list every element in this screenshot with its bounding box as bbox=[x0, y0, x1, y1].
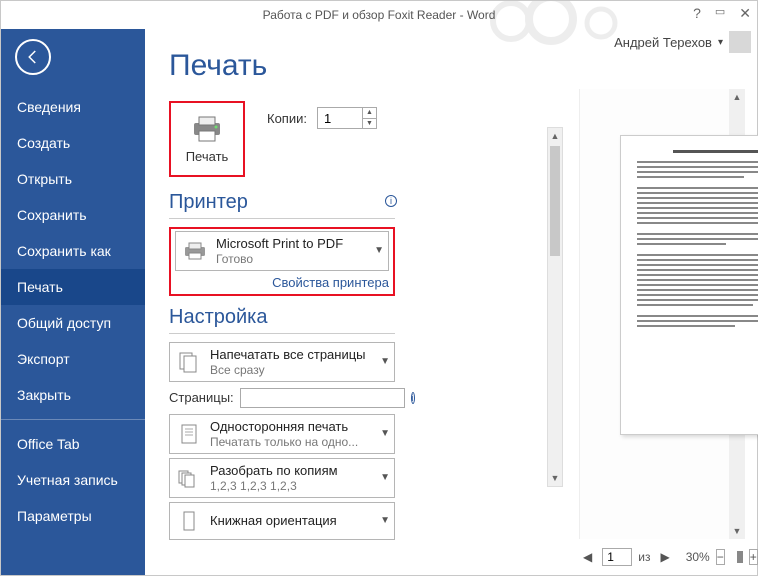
chevron-down-icon: ▼ bbox=[380, 515, 390, 526]
printer-properties-link[interactable]: Свойства принтера bbox=[175, 275, 389, 290]
printer-dropdown[interactable]: Microsoft Print to PDF Готово ▼ bbox=[175, 231, 389, 271]
page-title: Печать bbox=[169, 49, 757, 83]
zoom-value: 30% bbox=[686, 550, 710, 564]
info-icon[interactable]: i bbox=[411, 392, 415, 404]
print-button[interactable]: Печать bbox=[169, 101, 245, 177]
single-side-icon bbox=[176, 423, 202, 445]
printer-icon bbox=[190, 115, 224, 143]
printer-small-icon bbox=[182, 240, 208, 262]
nav-separator bbox=[1, 419, 145, 420]
help-button[interactable]: ? bbox=[693, 5, 701, 22]
printer-status: Готово bbox=[216, 252, 366, 266]
copies-input[interactable] bbox=[318, 108, 362, 128]
scroll-down[interactable]: ▼ bbox=[729, 523, 745, 539]
back-button[interactable] bbox=[15, 39, 51, 75]
settings-scrollbar[interactable]: ▲ ▼ bbox=[547, 127, 563, 487]
print-what-dropdown[interactable]: Напечатать все страницы Все сразу ▼ bbox=[169, 342, 395, 382]
sidebar-item-info[interactable]: Сведения bbox=[1, 89, 145, 125]
copies-label: Копии: bbox=[267, 111, 307, 126]
sidebar-item-close[interactable]: Закрыть bbox=[1, 377, 145, 413]
sidebar-item-open[interactable]: Открыть bbox=[1, 161, 145, 197]
close-window-button[interactable]: ✕ bbox=[739, 5, 751, 22]
sidebar-item-new[interactable]: Создать bbox=[1, 125, 145, 161]
printer-highlight: Microsoft Print to PDF Готово ▼ Свойства… bbox=[169, 227, 395, 296]
scroll-down[interactable]: ▼ bbox=[548, 470, 562, 486]
copies-up[interactable]: ▲ bbox=[363, 108, 376, 119]
scroll-thumb[interactable] bbox=[550, 146, 560, 256]
pages-input[interactable] bbox=[240, 388, 405, 408]
chevron-down-icon: ▼ bbox=[380, 472, 390, 483]
printer-section-title: Принтер bbox=[169, 191, 395, 214]
zoom-in-button[interactable]: + bbox=[749, 549, 758, 565]
portrait-icon bbox=[176, 510, 202, 532]
scroll-up[interactable]: ▲ bbox=[548, 128, 562, 144]
zoom-thumb[interactable] bbox=[737, 551, 743, 563]
collate-icon bbox=[176, 467, 202, 489]
orientation-dropdown[interactable]: Книжная ориентация ▼ bbox=[169, 502, 395, 540]
next-page-button[interactable]: ▶ bbox=[656, 550, 673, 564]
info-icon[interactable]: i bbox=[385, 195, 397, 207]
preview-page[interactable] bbox=[620, 135, 758, 435]
sidebar-item-account[interactable]: Учетная запись bbox=[1, 462, 145, 498]
preview-statusbar: ◀ из ▶ 30% − + ⧉ bbox=[579, 545, 745, 569]
pages-icon bbox=[176, 351, 202, 373]
collate-dropdown[interactable]: Разобрать по копиям 1,2,3 1,2,3 1,2,3 ▼ bbox=[169, 458, 395, 498]
restore-button[interactable]: ▭ bbox=[715, 5, 725, 22]
duplex-dropdown[interactable]: Односторонняя печать Печатать только на … bbox=[169, 414, 395, 454]
sidebar-item-saveas[interactable]: Сохранить как bbox=[1, 233, 145, 269]
sidebar-item-export[interactable]: Экспорт bbox=[1, 341, 145, 377]
printer-name: Microsoft Print to PDF bbox=[216, 236, 366, 252]
sidebar-item-options[interactable]: Параметры bbox=[1, 498, 145, 534]
chevron-down-icon: ▼ bbox=[380, 428, 390, 439]
sidebar-item-save[interactable]: Сохранить bbox=[1, 197, 145, 233]
copies-down[interactable]: ▼ bbox=[363, 119, 376, 129]
zoom-out-button[interactable]: − bbox=[716, 549, 725, 565]
chevron-down-icon: ▼ bbox=[374, 245, 384, 256]
backstage-sidebar: Сведения Создать Открыть Сохранить Сохра… bbox=[1, 29, 145, 575]
settings-section-title: Настройка bbox=[169, 306, 395, 329]
window-title: Работа с PDF и обзор Foxit Reader - Word bbox=[263, 8, 496, 22]
page-sep: из bbox=[638, 550, 650, 564]
current-page-input[interactable] bbox=[602, 548, 632, 566]
chevron-down-icon: ▼ bbox=[380, 356, 390, 367]
pages-label: Страницы: bbox=[169, 390, 234, 405]
prev-page-button[interactable]: ◀ bbox=[579, 550, 596, 564]
sidebar-item-share[interactable]: Общий доступ bbox=[1, 305, 145, 341]
sidebar-item-officetab[interactable]: Office Tab bbox=[1, 426, 145, 462]
print-preview: ▲ ▼ bbox=[579, 89, 745, 539]
copies-spinner[interactable]: ▲ ▼ bbox=[317, 107, 377, 129]
sidebar-item-print[interactable]: Печать bbox=[1, 269, 145, 305]
scroll-up[interactable]: ▲ bbox=[729, 89, 745, 105]
print-button-label: Печать bbox=[186, 149, 229, 164]
